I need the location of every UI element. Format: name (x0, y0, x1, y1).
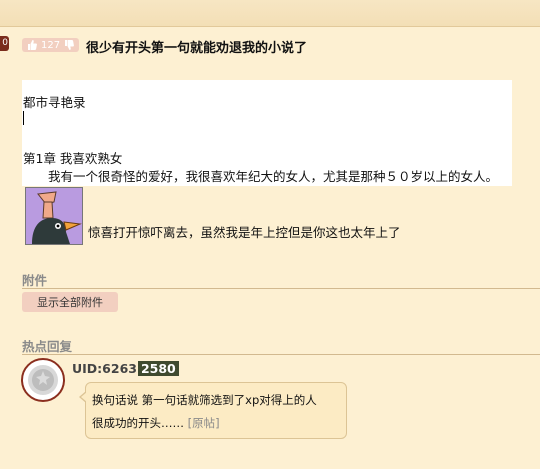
reply-bubble: 换句话说 第一句话就筛选到了xp对得上的人 很成功的开头…… [原帖] (79, 382, 347, 439)
book-title: 都市寻艳录 (23, 95, 86, 110)
divider (22, 354, 540, 355)
text-caret (23, 111, 24, 125)
sticker-image (25, 187, 83, 245)
chapter-title: 第1章 我喜欢熟女 (23, 151, 123, 166)
avatar[interactable] (21, 358, 65, 402)
original-post-link[interactable]: [原帖] (188, 416, 220, 430)
first-paragraph: 我有一个很奇怪的爱好，我很喜欢年纪大的女人，尤其是那种５０岁以上的女人。 (48, 169, 499, 184)
uid-text: UID:6263 (72, 361, 137, 376)
reply-text: 很成功的开头…… (92, 416, 184, 430)
quoted-content: 都市寻艳录 第1章 我喜欢熟女 我有一个很奇怪的爱好，我很喜欢年纪大的女人，尤其… (22, 80, 512, 186)
show-all-attachments-button[interactable]: 显示全部附件 (22, 292, 118, 312)
divider (22, 288, 540, 289)
top-bar (0, 0, 540, 27)
thumbs-up-icon[interactable] (27, 40, 37, 50)
hot-replies-heading: 热点回复 (22, 339, 73, 354)
reply-text-line2: 很成功的开头…… [原帖] (92, 415, 220, 431)
vote-widget: 127 (22, 38, 80, 52)
vote-count: 127 (41, 39, 61, 51)
uid-highlight: 2580 (137, 361, 179, 376)
thumbs-down-icon[interactable] (64, 40, 75, 50)
post-title[interactable]: 很少有开头第一句就能劝退我的小说了 (86, 37, 307, 56)
reply-text-line1: 换句话说 第一句话就筛选到了xp对得上的人 (92, 393, 317, 407)
attachments-heading: 附件 (22, 273, 48, 288)
post-comment: 惊喜打开惊吓离去，虽然我是年上控但是你这也太年上了 (88, 225, 401, 240)
reply-user-id[interactable]: UID:6263 2580 (72, 361, 179, 376)
side-tab[interactable]: 0 (0, 36, 9, 51)
